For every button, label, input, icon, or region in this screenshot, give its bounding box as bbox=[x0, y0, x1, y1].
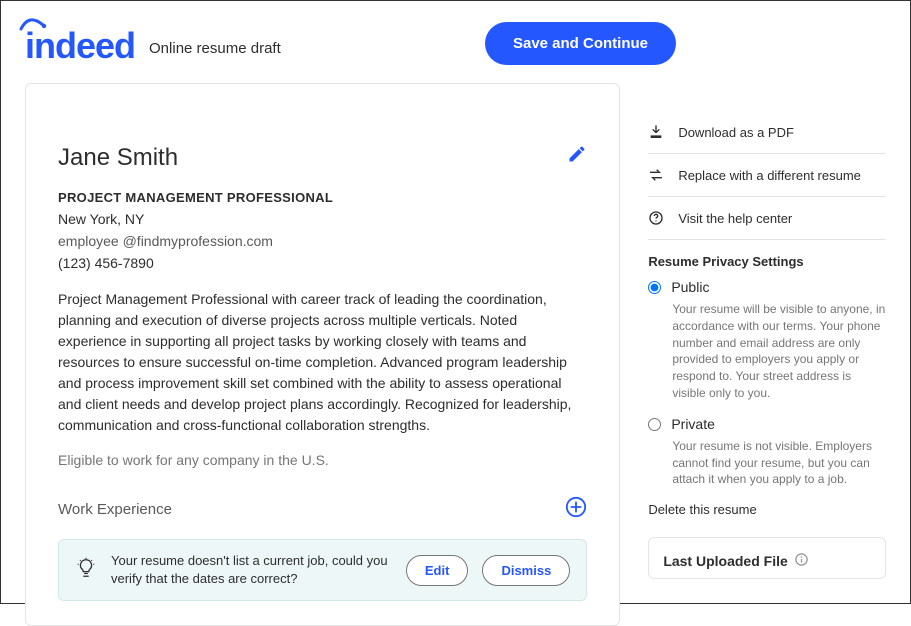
tip-text: Your resume doesn't list a current job, … bbox=[111, 552, 392, 588]
privacy-public-radio[interactable]: Public bbox=[648, 279, 886, 295]
privacy-private-input[interactable] bbox=[648, 418, 661, 431]
resume-name: Jane Smith bbox=[58, 144, 587, 172]
tip-edit-button[interactable]: Edit bbox=[406, 555, 469, 586]
help-center-link[interactable]: Visit the help center bbox=[648, 197, 886, 240]
tip-box: Your resume doesn't list a current job, … bbox=[58, 539, 587, 601]
logo-arc-icon bbox=[19, 17, 47, 31]
logo: indeed bbox=[25, 19, 135, 67]
privacy-private-desc: Your resume is not visible. Employers ca… bbox=[672, 438, 886, 488]
resume-card: Jane Smith PROJECT MANAGEMENT PROFESSION… bbox=[25, 83, 620, 626]
edit-icon[interactable] bbox=[567, 144, 587, 169]
privacy-public-input[interactable] bbox=[648, 281, 661, 294]
resume-email: employee @findmyprofession.com bbox=[58, 233, 587, 249]
resume-eligibility: Eligible to work for any company in the … bbox=[58, 452, 587, 468]
privacy-private-radio[interactable]: Private bbox=[648, 416, 886, 432]
last-uploaded-box: Last Uploaded File bbox=[648, 537, 886, 579]
replace-resume-label: Replace with a different resume bbox=[678, 168, 861, 183]
resume-location: New York, NY bbox=[58, 211, 587, 227]
page-tagline: Online resume draft bbox=[149, 40, 281, 57]
header: indeed Online resume draft Save and Cont… bbox=[1, 1, 910, 83]
privacy-public-label: Public bbox=[671, 279, 709, 295]
tip-dismiss-button[interactable]: Dismiss bbox=[482, 555, 570, 586]
work-experience-heading: Work Experience bbox=[58, 501, 172, 518]
resume-role: PROJECT MANAGEMENT PROFESSIONAL bbox=[58, 190, 587, 205]
privacy-public-desc: Your resume will be visible to anyone, i… bbox=[672, 301, 886, 402]
resume-summary: Project Management Professional with car… bbox=[58, 289, 587, 436]
sidebar: Download as a PDF Replace with a differe… bbox=[648, 83, 886, 626]
privacy-private-label: Private bbox=[671, 416, 715, 432]
save-continue-button[interactable]: Save and Continue bbox=[485, 22, 676, 65]
lightbulb-icon bbox=[75, 557, 97, 584]
download-icon bbox=[648, 124, 664, 140]
logo-text: indeed bbox=[25, 25, 135, 67]
work-experience-section: Work Experience bbox=[58, 496, 587, 523]
last-uploaded-heading: Last Uploaded File bbox=[663, 553, 787, 569]
replace-resume-link[interactable]: Replace with a different resume bbox=[648, 154, 886, 197]
download-pdf-link[interactable]: Download as a PDF bbox=[648, 111, 886, 154]
delete-resume-link[interactable]: Delete this resume bbox=[648, 502, 886, 517]
help-center-label: Visit the help center bbox=[678, 211, 792, 226]
help-icon bbox=[648, 210, 664, 226]
swap-icon bbox=[648, 167, 664, 183]
info-icon[interactable] bbox=[794, 552, 809, 570]
download-pdf-label: Download as a PDF bbox=[678, 125, 794, 140]
add-work-experience-icon[interactable] bbox=[565, 496, 587, 523]
privacy-heading: Resume Privacy Settings bbox=[648, 254, 886, 269]
resume-phone: (123) 456-7890 bbox=[58, 255, 587, 271]
